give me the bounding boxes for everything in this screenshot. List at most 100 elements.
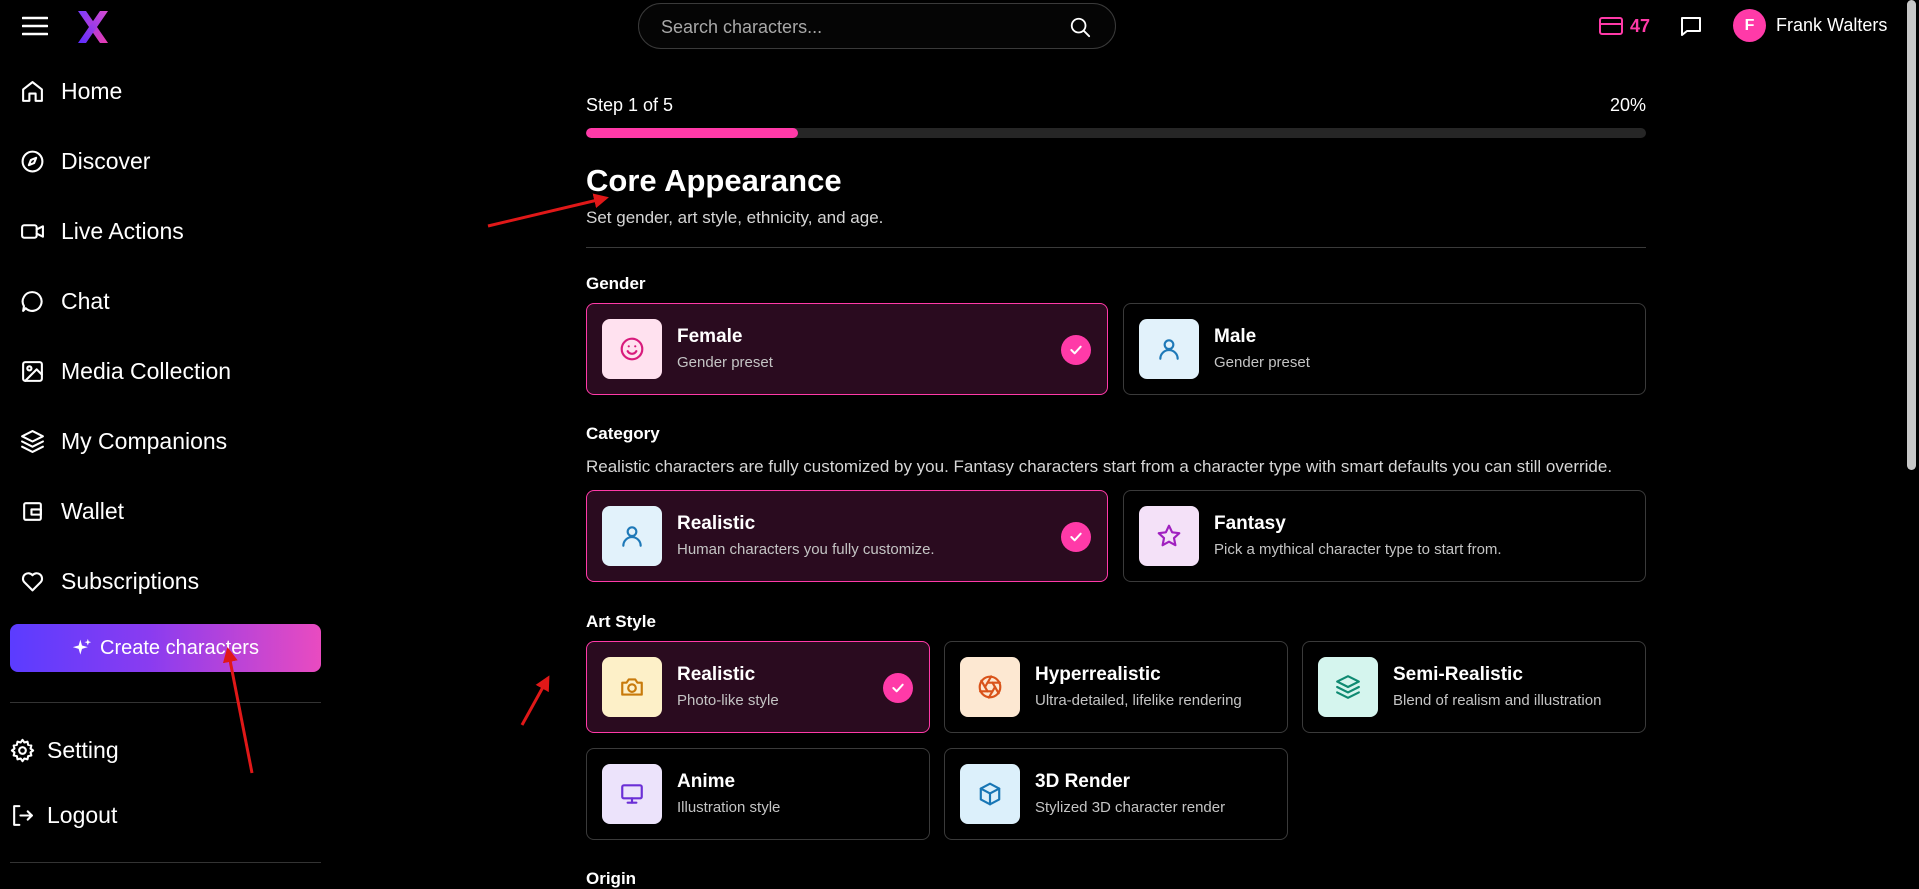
art-style-option-realistic[interactable]: Realistic Photo-like style <box>586 641 930 733</box>
camera-icon <box>602 657 662 717</box>
avatar: F <box>1733 9 1766 42</box>
sparkle-icon <box>72 638 92 658</box>
create-characters-label: Create characters <box>100 636 259 659</box>
sidebar-item-media-collection[interactable]: Media Collection <box>20 351 231 391</box>
sidebar-item-label: Chat <box>61 287 110 314</box>
option-description: Stylized 3D character render <box>1035 799 1226 816</box>
page-scrollbar[interactable] <box>1905 0 1917 877</box>
option-title: Semi-Realistic <box>1393 664 1523 685</box>
section-divider <box>586 247 1646 248</box>
gear-icon <box>10 738 35 763</box>
search-input[interactable] <box>659 4 1063 50</box>
sidebar-item-label: Subscriptions <box>61 567 200 594</box>
wallet-icon <box>20 499 45 524</box>
option-description: Illustration style <box>677 799 781 816</box>
check-icon <box>1061 522 1091 552</box>
messages-icon[interactable] <box>1679 14 1703 38</box>
option-description: Ultra-detailed, lifelike rendering <box>1035 692 1242 709</box>
user-menu[interactable]: F Frank Walters <box>1733 9 1887 42</box>
smile-icon <box>602 319 662 379</box>
sidebar-item-label: Setting <box>47 736 119 763</box>
search-bar[interactable] <box>638 3 1116 50</box>
origin-section-label: Origin <box>586 869 637 888</box>
option-description: Gender preset <box>1214 354 1310 371</box>
option-description: Photo-like style <box>677 692 779 709</box>
user-icon <box>1139 319 1199 379</box>
category-option-fantasy[interactable]: Fantasy Pick a mythical character type t… <box>1123 490 1646 582</box>
option-title: Realistic <box>677 513 756 534</box>
star-icon <box>1139 506 1199 566</box>
sidebar-item-label: Wallet <box>61 497 125 524</box>
gender-section-label: Gender <box>586 274 646 293</box>
category-help-text: Realistic characters are fully customize… <box>586 457 1613 476</box>
image-icon <box>20 359 45 384</box>
monitor-icon <box>602 764 662 824</box>
option-title: Realistic <box>677 664 756 685</box>
logout-icon <box>10 803 35 828</box>
heart-icon <box>20 569 45 594</box>
art-style-option-3d-render[interactable]: 3D Render Stylized 3D character render <box>944 748 1288 840</box>
sidebar-item-live-actions[interactable]: Live Actions <box>20 211 184 251</box>
user-name: Frank Walters <box>1776 15 1888 35</box>
option-description: Gender preset <box>677 354 773 371</box>
check-icon <box>1061 335 1091 365</box>
sidebar-item-label: Home <box>61 77 123 104</box>
credit-card-icon <box>1598 15 1624 37</box>
user-icon <box>602 506 662 566</box>
compass-icon <box>20 149 45 174</box>
art-style-option-semi-realistic[interactable]: Semi-Realistic Blend of realism and illu… <box>1302 641 1646 733</box>
chat-bubble-icon <box>20 289 45 314</box>
sidebar-item-home[interactable]: Home <box>20 71 122 111</box>
option-description: Human characters you fully customize. <box>677 541 935 558</box>
app-logo[interactable] <box>74 8 112 46</box>
layers-icon <box>20 429 45 454</box>
create-characters-button[interactable]: Create characters <box>10 624 321 672</box>
cube-icon <box>960 764 1020 824</box>
check-icon <box>883 673 913 703</box>
sidebar-item-setting[interactable]: Setting <box>10 730 119 770</box>
category-section-label: Category <box>586 424 660 443</box>
gender-option-female[interactable]: Female Gender preset <box>586 303 1108 395</box>
category-option-realistic[interactable]: Realistic Human characters you fully cus… <box>586 490 1108 582</box>
option-title: Fantasy <box>1214 513 1286 534</box>
option-title: Female <box>677 326 743 347</box>
option-title: Male <box>1214 326 1257 347</box>
sidebar-item-label: My Companions <box>61 427 228 454</box>
progress-percent: 20% <box>1609 95 1646 115</box>
scrollbar-thumb[interactable] <box>1907 0 1916 470</box>
sidebar-item-label: Media Collection <box>61 357 232 384</box>
page-title: Core Appearance <box>586 163 842 198</box>
credits-balance[interactable]: 47 <box>1598 14 1650 38</box>
option-description: Pick a mythical character type to start … <box>1214 541 1502 558</box>
sidebar-divider <box>10 862 321 863</box>
sidebar-item-my-companions[interactable]: My Companions <box>20 421 227 461</box>
annotation-arrow-art-style <box>520 675 550 726</box>
step-indicator: Step 1 of 5 20% <box>586 95 1646 116</box>
page-subtitle: Set gender, art style, ethnicity, and ag… <box>586 208 884 227</box>
sidebar-item-discover[interactable]: Discover <box>20 141 150 181</box>
sidebar-item-subscriptions[interactable]: Subscriptions <box>20 561 199 601</box>
step-label: Step 1 of 5 <box>586 95 674 115</box>
gender-option-male[interactable]: Male Gender preset <box>1123 303 1646 395</box>
aperture-icon <box>960 657 1020 717</box>
video-icon <box>20 219 45 244</box>
sidebar-item-label: Logout <box>47 801 118 828</box>
sidebar-divider <box>10 702 321 703</box>
sidebar-item-wallet[interactable]: Wallet <box>20 491 124 531</box>
option-title: Anime <box>677 771 736 792</box>
home-icon <box>20 79 45 104</box>
sidebar-item-chat[interactable]: Chat <box>20 281 110 321</box>
option-description: Blend of realism and illustration <box>1393 692 1602 709</box>
progress-fill <box>586 128 798 138</box>
layers-icon <box>1318 657 1378 717</box>
option-title: 3D Render <box>1035 771 1131 792</box>
hamburger-menu-icon[interactable] <box>22 15 48 37</box>
art-style-section-label: Art Style <box>586 612 656 631</box>
sidebar-item-logout[interactable]: Logout <box>10 795 117 835</box>
sidebar-item-label: Live Actions <box>61 217 184 244</box>
search-icon[interactable] <box>1069 16 1091 38</box>
art-style-option-anime[interactable]: Anime Illustration style <box>586 748 930 840</box>
credits-count: 47 <box>1630 15 1651 36</box>
sidebar-item-label: Discover <box>61 147 151 174</box>
art-style-option-hyperrealistic[interactable]: Hyperrealistic Ultra-detailed, lifelike … <box>944 641 1288 733</box>
